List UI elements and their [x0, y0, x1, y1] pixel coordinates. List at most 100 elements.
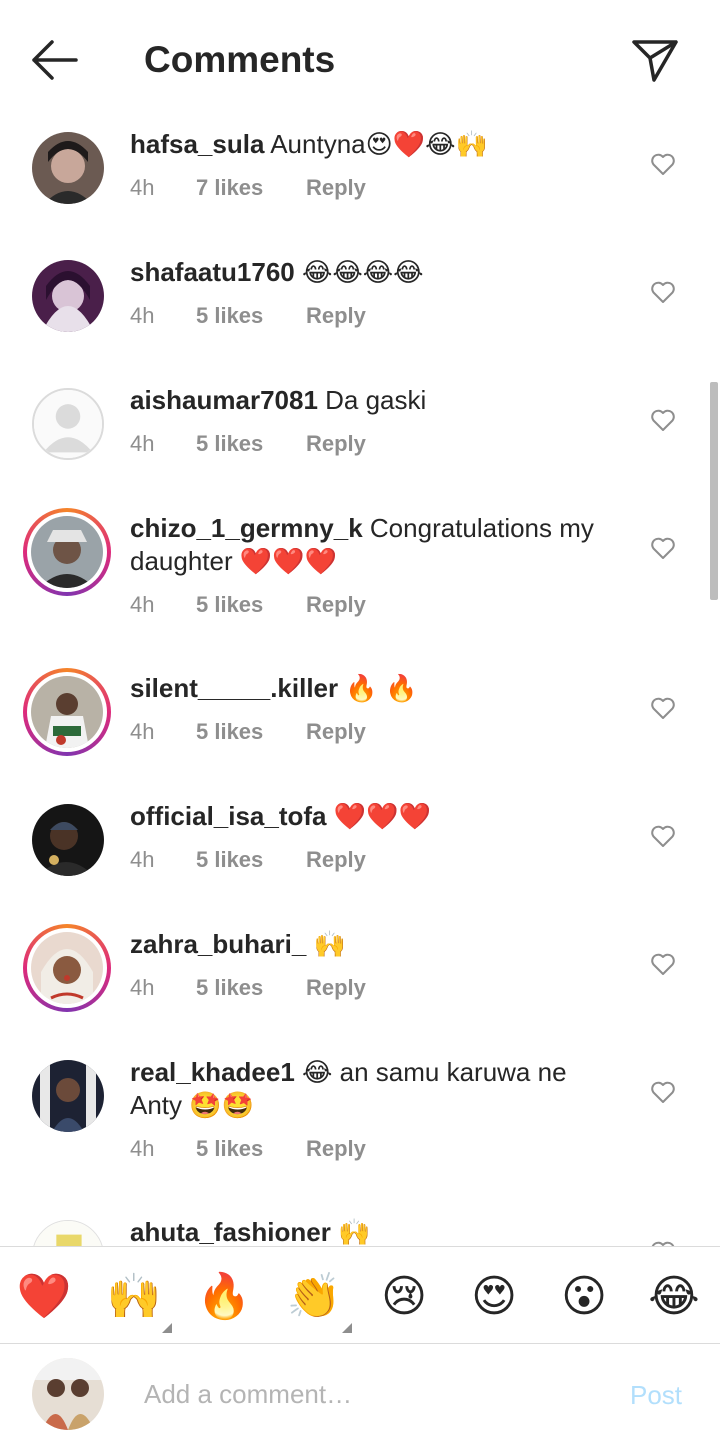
comment-time: 4h: [130, 303, 155, 328]
comment-username[interactable]: ahuta_fashioner: [130, 1217, 331, 1246]
comment-item: hafsa_sula Auntyna😍❤️😂🙌 4h 7 likes Reply: [0, 120, 720, 248]
heart-outline-icon[interactable]: [650, 952, 676, 976]
comment-text: shafaatu1760 😂😂😂😂: [130, 256, 620, 289]
comment-composer: Post: [0, 1344, 720, 1440]
avatar[interactable]: [32, 388, 104, 460]
avatar[interactable]: [32, 1060, 104, 1132]
clapping-hands-emoji-button[interactable]: 👏: [286, 1269, 352, 1333]
scrollbar[interactable]: [710, 382, 718, 600]
comment-text: official_isa_tofa ❤️❤️❤️: [130, 800, 620, 833]
comment-username[interactable]: chizo_1_germny_k: [130, 513, 363, 543]
heart-eyes-emoji-button[interactable]: 😍: [466, 1269, 522, 1325]
comment-time: 4h: [130, 719, 155, 744]
comment-body: 😂😂😂😂: [302, 257, 424, 287]
clapping-hands-emoji: 👏: [286, 1272, 342, 1321]
heart-outline-icon[interactable]: [650, 696, 676, 720]
surprised-face-emoji-button[interactable]: 😮: [556, 1269, 612, 1325]
comment-item: real_khadee1 😂 an samu karuwa ne Anty 🤩🤩…: [0, 1048, 720, 1208]
comment-body: Da gaski: [325, 385, 427, 415]
reply-button[interactable]: Reply: [306, 431, 366, 457]
comment-likes[interactable]: 5 likes: [196, 431, 306, 457]
reply-button[interactable]: Reply: [306, 175, 366, 201]
comment-username[interactable]: shafaatu1760: [130, 257, 295, 287]
comment-text: real_khadee1 😂 an samu karuwa ne Anty 🤩🤩: [130, 1056, 620, 1122]
comment-likes[interactable]: 7 likes: [196, 175, 306, 201]
reply-button[interactable]: Reply: [306, 1136, 366, 1162]
comment-likes[interactable]: 5 likes: [196, 1136, 306, 1162]
comment-time: 4h: [130, 1136, 155, 1161]
avatar-story-ring[interactable]: [23, 924, 111, 1012]
comment-username[interactable]: official_isa_tofa: [130, 801, 327, 831]
heart-outline-icon[interactable]: [650, 408, 676, 432]
comment-likes[interactable]: 5 likes: [196, 592, 306, 618]
top-bar: Comments: [0, 0, 720, 120]
avatar-story-ring[interactable]: [23, 508, 111, 596]
reply-button[interactable]: Reply: [306, 592, 366, 618]
comment-meta: 4h 5 likes Reply: [130, 975, 366, 1001]
raising-hands-emoji-button[interactable]: 🙌: [106, 1269, 172, 1333]
comment-input[interactable]: [144, 1374, 584, 1414]
comment-item: ahuta_fashioner 🙌: [0, 1208, 720, 1246]
avatar[interactable]: [32, 804, 104, 876]
comment-likes[interactable]: 5 likes: [196, 303, 306, 329]
comment-meta: 4h 5 likes Reply: [130, 1136, 366, 1162]
comment-text: hafsa_sula Auntyna😍❤️😂🙌: [130, 128, 620, 161]
reply-button[interactable]: Reply: [306, 719, 366, 745]
heart-outline-icon[interactable]: [650, 1080, 676, 1104]
comment-item: zahra_buhari_ 🙌 4h 5 likes Reply: [0, 920, 720, 1048]
comment-body: ❤️❤️❤️: [333, 801, 431, 831]
heart-outline-icon[interactable]: [650, 280, 676, 304]
comment-meta: 4h 5 likes Reply: [130, 431, 366, 457]
comment-username[interactable]: aishaumar7081: [130, 385, 318, 415]
comment-likes[interactable]: 5 likes: [196, 719, 306, 745]
comment-body: 🙌: [313, 929, 346, 959]
comment-meta: 4h 5 likes Reply: [130, 303, 366, 329]
quick-reaction-bar: ❤️ 🙌 🔥 👏 😢 😍 😮 😂: [0, 1246, 720, 1344]
reply-button[interactable]: Reply: [306, 847, 366, 873]
comment-username[interactable]: silent_____.killer: [130, 673, 338, 703]
avatar-story-ring[interactable]: [23, 668, 111, 756]
comment-item: official_isa_tofa ❤️❤️❤️ 4h 5 likes Reply: [0, 792, 720, 920]
comment-meta: 4h 5 likes Reply: [130, 719, 366, 745]
back-arrow-icon[interactable]: [30, 38, 80, 82]
comment-username[interactable]: real_khadee1: [130, 1057, 295, 1087]
heart-emoji-button[interactable]: ❤️: [16, 1269, 72, 1325]
comment-meta: 4h 5 likes Reply: [130, 592, 366, 618]
comment-likes[interactable]: 5 likes: [196, 975, 306, 1001]
my-avatar: [32, 1358, 104, 1430]
comment-time: 4h: [130, 431, 155, 456]
heart-outline-icon[interactable]: [650, 536, 676, 560]
comment-time: 4h: [130, 975, 155, 1000]
raising-hands-emoji: 🙌: [106, 1272, 162, 1321]
share-paper-plane-icon[interactable]: [630, 38, 680, 82]
page-title: Comments: [144, 39, 336, 80]
fire-emoji-button[interactable]: 🔥: [196, 1269, 252, 1325]
heart-outline-icon[interactable]: [650, 824, 676, 848]
reply-button[interactable]: Reply: [306, 303, 366, 329]
comment-body: 🔥 🔥: [345, 673, 418, 703]
comments-list[interactable]: hafsa_sula Auntyna😍❤️😂🙌 4h 7 likes Reply s…: [0, 120, 720, 1246]
comment-text: aishaumar7081 Da gaski: [130, 384, 620, 417]
comment-time: 4h: [130, 592, 155, 617]
comment-text: silent_____.killer 🔥 🔥: [130, 672, 620, 705]
post-button[interactable]: Post: [630, 1380, 682, 1411]
comment-meta: 4h 7 likes Reply: [130, 175, 366, 201]
comment-item: aishaumar7081 Da gaski 4h 5 likes Reply: [0, 376, 720, 504]
avatar[interactable]: [32, 260, 104, 332]
comment-text: zahra_buhari_ 🙌: [130, 928, 620, 961]
comment-item: silent_____.killer 🔥 🔥 4h 5 likes Reply: [0, 664, 720, 792]
tears-of-joy-emoji-button[interactable]: 😂: [646, 1269, 702, 1325]
comment-time: 4h: [130, 847, 155, 872]
reply-button[interactable]: Reply: [306, 975, 366, 1001]
comment-likes[interactable]: 5 likes: [196, 847, 306, 873]
heart-outline-icon[interactable]: [650, 152, 676, 176]
comment-username[interactable]: zahra_buhari_: [130, 929, 306, 959]
skin-tone-picker-indicator-icon: [162, 1323, 172, 1333]
comment-item: shafaatu1760 😂😂😂😂 4h 5 likes Reply: [0, 248, 720, 376]
comment-body: 🙌: [338, 1217, 371, 1246]
comment-username[interactable]: hafsa_sula: [130, 129, 264, 159]
avatar[interactable]: [32, 132, 104, 204]
comment-text: chizo_1_germny_k Congratulations my daug…: [130, 512, 620, 578]
avatar[interactable]: [32, 1220, 104, 1246]
crying-face-emoji-button[interactable]: 😢: [376, 1269, 432, 1325]
